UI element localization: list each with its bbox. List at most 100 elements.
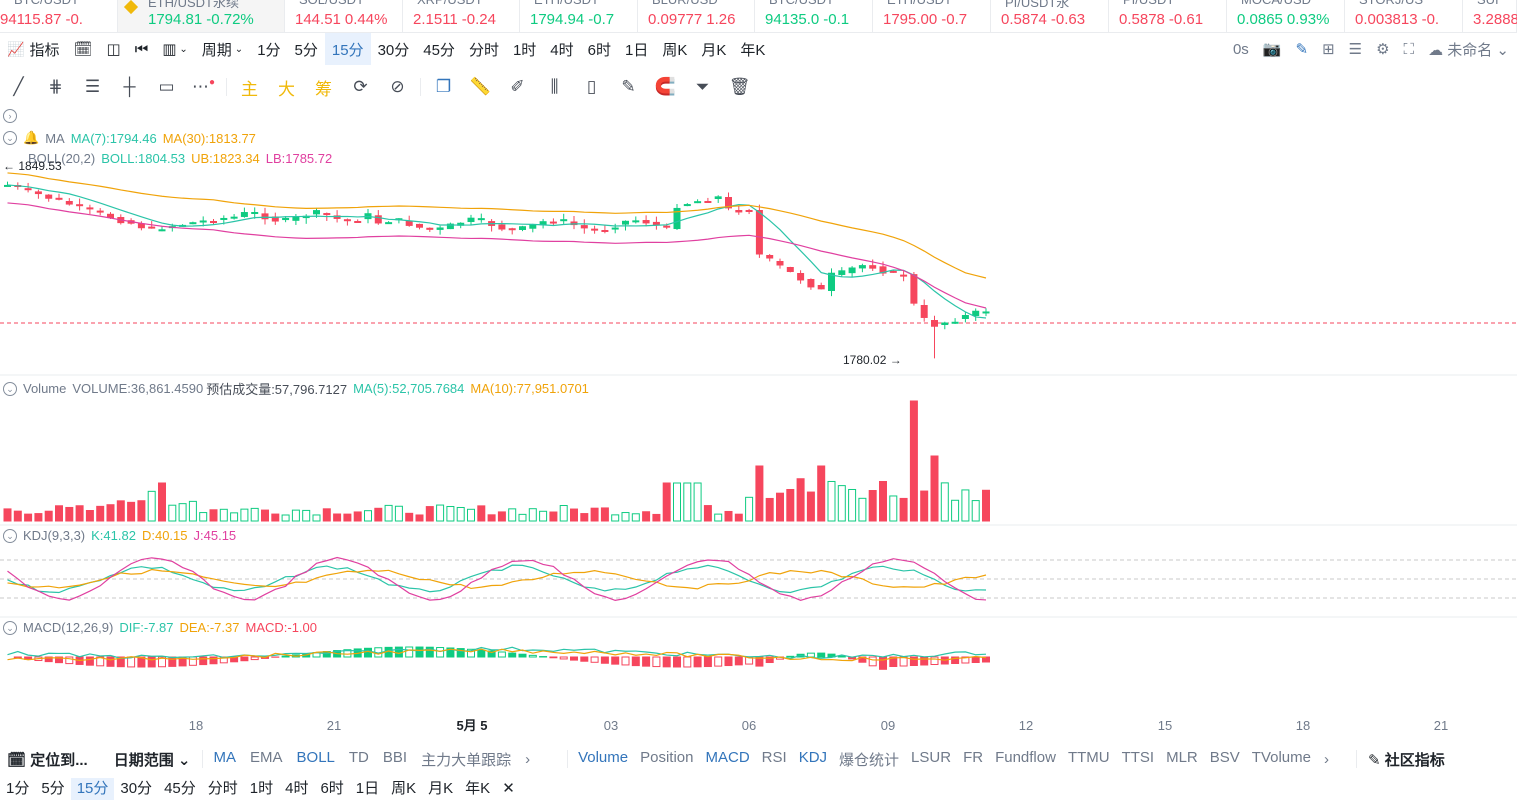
ticker-item[interactable]: PI/USDT 0.5878-0.61 [1109, 0, 1227, 32]
ticker-item[interactable]: BLUR/USD 0.097771.26 [638, 0, 755, 32]
ticker-item[interactable]: ETH/USDT 1794.94-0.7 [520, 0, 638, 32]
delete-single-tool[interactable]: ▯ [573, 70, 610, 104]
bottom-interval-tab[interactable]: 分时 [202, 778, 244, 800]
sub-indicator-2[interactable]: MACD [700, 749, 756, 770]
sub-indicator-4[interactable]: KDJ [793, 749, 833, 770]
pencil-icon[interactable]: ✎ [1295, 40, 1308, 58]
bell-icon[interactable]: 🔔 [23, 130, 39, 146]
interval-tab[interactable]: 4时 [543, 33, 580, 65]
magnet-tool[interactable]: 🧲 [647, 70, 684, 104]
bottom-interval-tab[interactable]: 15分 [70, 778, 115, 800]
bottom-interval-tab[interactable]: 1分 [0, 778, 35, 800]
main-force-tool[interactable]: 主 [231, 70, 268, 104]
copy-tool[interactable]: ❐ [425, 70, 462, 104]
bottom-interval-tab[interactable]: 4时 [279, 778, 314, 800]
chip-tool[interactable]: 筹 [305, 70, 342, 104]
ticker-item[interactable]: ETH/USDT永续 1794.81 -0.72% [118, 0, 285, 32]
camera-icon[interactable]: 📷 [1263, 40, 1282, 58]
price-chart-svg[interactable]: 18 21 5月 5 03 06 09 12 15 18 21 [0, 105, 1517, 743]
calendar-button[interactable]: 🗓 [66, 33, 99, 65]
sub-indicator-9[interactable]: TTMU [1062, 749, 1116, 770]
sub-indicators-more[interactable]: › [1317, 751, 1336, 768]
ticker-item[interactable]: BTC/USDT 94115.87-0. [0, 0, 118, 32]
ticker-item[interactable]: SUI 3.2888 [1463, 0, 1517, 32]
indicator-button[interactable]: 📈 指标 [0, 33, 66, 65]
chart-area[interactable]: 18 21 5月 5 03 06 09 12 15 18 21 › ⌄ 🔔 MA MA(7):17… [0, 105, 1517, 743]
bottom-interval-tab[interactable]: 30分 [114, 778, 158, 800]
more-tools[interactable]: ⋯● [185, 70, 222, 104]
layout-name-button[interactable]: ☁ 未命名 ⌄ [1428, 39, 1509, 60]
ticker-item[interactable]: STORJ/US 0.003813-0. [1345, 0, 1463, 32]
interval-tab[interactable]: 45分 [416, 33, 462, 65]
main-indicator-4[interactable]: BBI [376, 749, 414, 770]
ticker-item[interactable]: PI/USDT永 0.5874 -0.63 [991, 0, 1109, 32]
list-icon[interactable]: ☰ [1349, 40, 1362, 58]
sub-indicator-5[interactable]: 爆仓统计 [833, 749, 905, 770]
main-indicator-5[interactable]: 主力大单跟踪 [414, 749, 518, 770]
candle-compare-tool[interactable]: ⫼ [536, 70, 573, 104]
close-button[interactable]: ✕ [496, 778, 521, 800]
community-indicator-button[interactable]: ✎ 社区指标 [1361, 749, 1452, 770]
sub-indicator-8[interactable]: Fundflow [989, 749, 1062, 770]
main-indicator-1[interactable]: EMA [243, 749, 290, 770]
interval-tab[interactable]: 1分 [250, 33, 287, 65]
ruler-tool[interactable]: 📏 [462, 70, 499, 104]
settings-icon[interactable]: ⚙ [1376, 40, 1389, 58]
main-indicator-3[interactable]: TD [342, 749, 376, 770]
interval-tab[interactable]: 1时 [506, 33, 543, 65]
collapse-icon[interactable]: ⌄ [3, 381, 17, 396]
interval-tab[interactable]: 月K [694, 33, 733, 65]
layout-button[interactable]: ◫ [100, 33, 128, 65]
sub-indicator-0[interactable]: Volume [572, 749, 634, 770]
notes-tool[interactable]: ✎ [610, 70, 647, 104]
main-indicator-2[interactable]: BOLL [290, 749, 342, 770]
visibility-tool[interactable]: ⊘ [379, 70, 416, 104]
main-indicator-0[interactable]: MA [207, 749, 244, 770]
bottom-interval-tab[interactable]: 月K [422, 778, 459, 800]
bottom-interval-tab[interactable]: 6时 [314, 778, 349, 800]
sub-indicator-11[interactable]: MLR [1160, 749, 1204, 770]
trash-tool[interactable]: 🗑 [721, 70, 758, 104]
interval-tab[interactable]: 1日 [618, 33, 655, 65]
ticker-item[interactable]: SOL/USDT 144.510.44% [285, 0, 403, 32]
sub-indicator-3[interactable]: RSI [756, 749, 793, 770]
date-range-button[interactable]: 日期范围 ⌄ [107, 749, 198, 770]
replay-button[interactable]: ⏮ [128, 33, 156, 65]
ticker-item[interactable]: BTC/USDT 94135.0-0.1 [755, 0, 873, 32]
cross-line-tool[interactable]: ┼ [111, 70, 148, 104]
filter-tool[interactable]: ⏷ [684, 70, 721, 104]
sub-indicator-12[interactable]: BSV [1204, 749, 1246, 770]
sub-indicator-7[interactable]: FR [957, 749, 989, 770]
brush-tool[interactable]: ✐ [499, 70, 536, 104]
collapse-icon[interactable]: ⌄ [3, 528, 17, 543]
collapse-icon[interactable]: ⌄ [3, 620, 17, 635]
horizontal-lines-tool[interactable]: ☰ [74, 70, 111, 104]
interval-tab[interactable]: 6时 [581, 33, 618, 65]
interval-tab[interactable]: 分时 [462, 33, 506, 65]
interval-tab[interactable]: 5分 [288, 33, 325, 65]
big-order-tool[interactable]: 大 [268, 70, 305, 104]
rectangle-tool[interactable]: ▭ [148, 70, 185, 104]
bottom-interval-tab[interactable]: 1时 [244, 778, 279, 800]
collapse-icon[interactable]: ⌄ [3, 131, 17, 145]
sub-indicator-13[interactable]: TVolume [1246, 749, 1317, 770]
main-indicators-more[interactable]: › [518, 751, 537, 768]
chart-type-button[interactable]: ▥ ⌄ [155, 33, 195, 65]
channel-tool[interactable]: ⋕ [37, 70, 74, 104]
sub-indicator-6[interactable]: LSUR [905, 749, 957, 770]
sub-indicator-1[interactable]: Position [634, 749, 699, 770]
bottom-interval-tab[interactable]: 周K [385, 778, 422, 800]
sync-tool[interactable]: ⟳ [342, 70, 379, 104]
collapse-legends[interactable]: › [3, 109, 17, 123]
period-dropdown[interactable]: 周期 ⌄ [195, 33, 250, 65]
interval-tab[interactable]: 15分 [324, 33, 371, 65]
interval-tab[interactable]: 周K [655, 33, 694, 65]
bottom-interval-tab[interactable]: 45分 [158, 778, 202, 800]
ticker-item[interactable]: ETH/USDT 1795.00-0.7 [873, 0, 991, 32]
ticker-item[interactable]: MOCA/USD 0.08650.93% [1227, 0, 1345, 32]
interval-tab[interactable]: 年K [733, 33, 772, 65]
fullscreen-icon[interactable]: ⛶ [1404, 41, 1415, 58]
sub-indicator-10[interactable]: TTSI [1116, 749, 1161, 770]
ticker-item[interactable]: XRP/USDT 2.1511-0.24 [403, 0, 520, 32]
bottom-interval-tab[interactable]: 5分 [35, 778, 70, 800]
